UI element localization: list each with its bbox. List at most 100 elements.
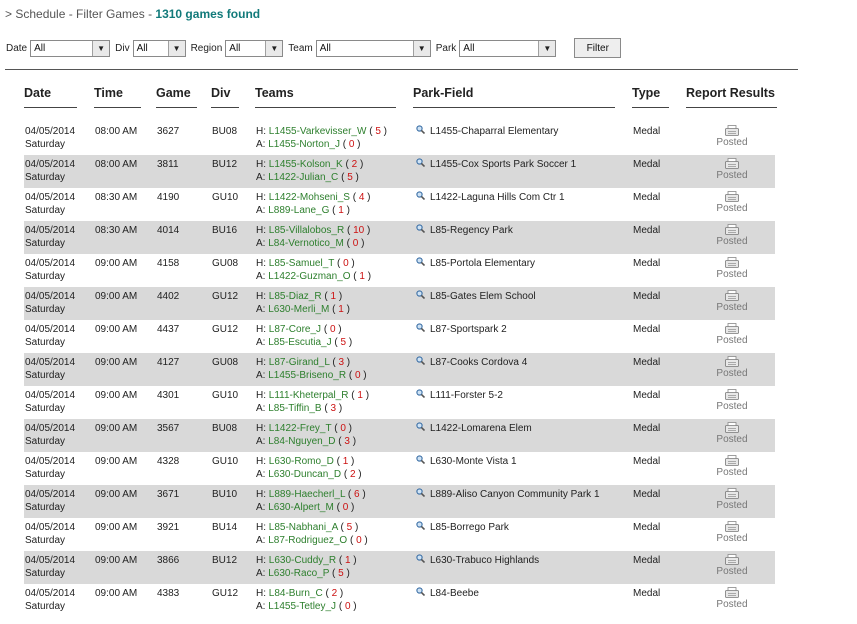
report-results[interactable]: Posted — [712, 389, 752, 412]
home-team-link[interactable]: L87-Core_J — [269, 324, 321, 335]
game-time: 09:00 AM — [95, 258, 138, 269]
home-team-link[interactable]: L111-Kheterpal_R — [269, 390, 349, 401]
report-sheet-icon — [725, 455, 739, 466]
home-team-link[interactable]: L84-Burn_C — [269, 588, 323, 599]
magnifier-icon[interactable] — [416, 389, 425, 398]
magnifier-icon[interactable] — [416, 125, 425, 134]
magnifier-icon[interactable] — [416, 587, 425, 596]
home-team-link[interactable]: L85-Nabhani_A — [269, 522, 338, 533]
game-date: 04/05/2014 — [25, 192, 76, 203]
home-team-link[interactable]: L1422-Mohseni_S — [269, 192, 350, 203]
away-team-link[interactable]: L630-Duncan_D — [268, 469, 341, 480]
chevron-down-icon[interactable]: ▼ — [412, 40, 430, 56]
report-results[interactable]: Posted — [712, 191, 752, 214]
away-team-link[interactable]: L630-Merli_M — [268, 304, 329, 315]
magnifier-icon[interactable] — [416, 521, 425, 530]
chevron-down-icon[interactable]: ▼ — [265, 40, 283, 56]
home-team-link[interactable]: L1455-Varkevisser_W — [269, 126, 367, 137]
away-team-link[interactable]: L1455-Norton_J — [268, 139, 340, 150]
home-team-link[interactable]: L85-Samuel_T — [269, 258, 334, 269]
report-results[interactable]: Posted — [712, 224, 752, 247]
away-team-link[interactable]: L1422-Julian_C — [268, 172, 338, 183]
region-select[interactable]: All ▼ — [225, 39, 284, 57]
away-score: 5 — [338, 568, 344, 579]
report-results[interactable]: Posted — [712, 587, 752, 610]
report-results[interactable]: Posted — [712, 488, 752, 511]
away-score: 1 — [359, 271, 365, 282]
report-results[interactable]: Posted — [712, 323, 752, 346]
away-score: 1 — [338, 304, 344, 315]
game-date: 04/05/2014 — [25, 291, 76, 302]
game-number: 3671 — [157, 489, 180, 500]
home-prefix: H: — [256, 324, 269, 335]
magnifier-icon[interactable] — [416, 554, 425, 563]
report-results[interactable]: Posted — [712, 356, 752, 379]
away-team-link[interactable]: L85-Tiffin_B — [268, 403, 321, 414]
park-select[interactable]: All ▼ — [459, 39, 557, 57]
home-team-link[interactable]: L1422-Frey_T — [269, 423, 332, 434]
report-results[interactable]: Posted — [712, 455, 752, 478]
away-team-link[interactable]: L1455-Tetley_J — [268, 601, 336, 612]
away-team-link[interactable]: L84-Vernotico_M — [268, 238, 344, 249]
game-type: Medal — [633, 522, 661, 533]
magnifier-icon[interactable] — [416, 290, 425, 299]
magnifier-icon[interactable] — [416, 158, 425, 167]
away-prefix: A: — [256, 502, 269, 513]
result-status: Posted — [716, 203, 748, 214]
game-date: 04/05/2014 — [25, 324, 76, 335]
away-team-link[interactable]: L84-Nguyen_D — [268, 436, 335, 447]
park-field: L85-Regency Park — [430, 225, 513, 236]
away-prefix: A: — [256, 469, 269, 480]
game-day: Saturday — [25, 601, 66, 612]
home-score: 0 — [329, 324, 336, 335]
magnifier-icon[interactable] — [416, 224, 425, 233]
magnifier-icon[interactable] — [416, 323, 425, 332]
away-team: A: L87-Rodriguez_O ( 0 ) — [256, 535, 368, 546]
team-select[interactable]: All ▼ — [315, 39, 431, 57]
home-team: H: L85-Samuel_T ( 0 ) — [256, 258, 355, 269]
game-number: 4127 — [157, 357, 180, 368]
report-results[interactable]: Posted — [712, 125, 752, 148]
away-team-link[interactable]: L1422-Guzman_O — [268, 271, 350, 282]
report-results[interactable]: Posted — [712, 422, 752, 445]
magnifier-icon[interactable] — [416, 455, 425, 464]
result-status: Posted — [716, 269, 748, 280]
game-type: Medal — [633, 159, 661, 170]
home-team-link[interactable]: L85-Villalobos_R — [269, 225, 344, 236]
report-results[interactable]: Posted — [712, 290, 752, 313]
away-team-link[interactable]: L1455-Briseno_R — [268, 370, 346, 381]
table-row: 04/05/2014 Saturday 09:00 AM 3567 BU08 H… — [24, 419, 775, 452]
date-select[interactable]: All ▼ — [30, 39, 111, 57]
report-results[interactable]: Posted — [712, 521, 752, 544]
away-team-link[interactable]: L630-Raco_P — [268, 568, 329, 579]
home-team-link[interactable]: L87-Girand_L — [269, 357, 330, 368]
report-results[interactable]: Posted — [712, 554, 752, 577]
report-results[interactable]: Posted — [712, 158, 752, 181]
filter-button[interactable]: Filter — [574, 38, 622, 58]
game-number: 4014 — [157, 225, 180, 236]
home-team-link[interactable]: L85-Diaz_R — [269, 291, 322, 302]
home-team-link[interactable]: L630-Romo_D — [269, 456, 334, 467]
game-day: Saturday — [25, 271, 66, 282]
home-team-link[interactable]: L1455-Kolson_K — [269, 159, 343, 170]
away-team-link[interactable]: L87-Rodriguez_O — [268, 535, 347, 546]
away-team-link[interactable]: L889-Lane_G — [268, 205, 329, 216]
magnifier-icon[interactable] — [416, 422, 425, 431]
home-team-link[interactable]: L630-Cuddy_R — [269, 555, 336, 566]
magnifier-icon[interactable] — [416, 356, 425, 365]
away-team: A: L1455-Briseno_R ( 0 ) — [256, 370, 367, 381]
chevron-down-icon[interactable]: ▼ — [167, 40, 185, 56]
home-team-link[interactable]: L889-Haecherl_L — [269, 489, 345, 500]
magnifier-icon[interactable] — [416, 488, 425, 497]
magnifier-icon[interactable] — [416, 257, 425, 266]
away-team-link[interactable]: L630-Alpert_M — [268, 502, 334, 513]
report-results[interactable]: Posted — [712, 257, 752, 280]
div-select[interactable]: All ▼ — [132, 39, 186, 57]
chevron-down-icon[interactable]: ▼ — [538, 40, 556, 56]
game-day: Saturday — [25, 337, 66, 348]
magnifier-icon[interactable] — [416, 191, 425, 200]
chevron-down-icon[interactable]: ▼ — [92, 40, 110, 56]
away-team-link[interactable]: L85-Escutia_J — [268, 337, 331, 348]
game-time: 09:00 AM — [95, 423, 138, 434]
away-team: A: L85-Escutia_J ( 5 ) — [256, 337, 353, 348]
